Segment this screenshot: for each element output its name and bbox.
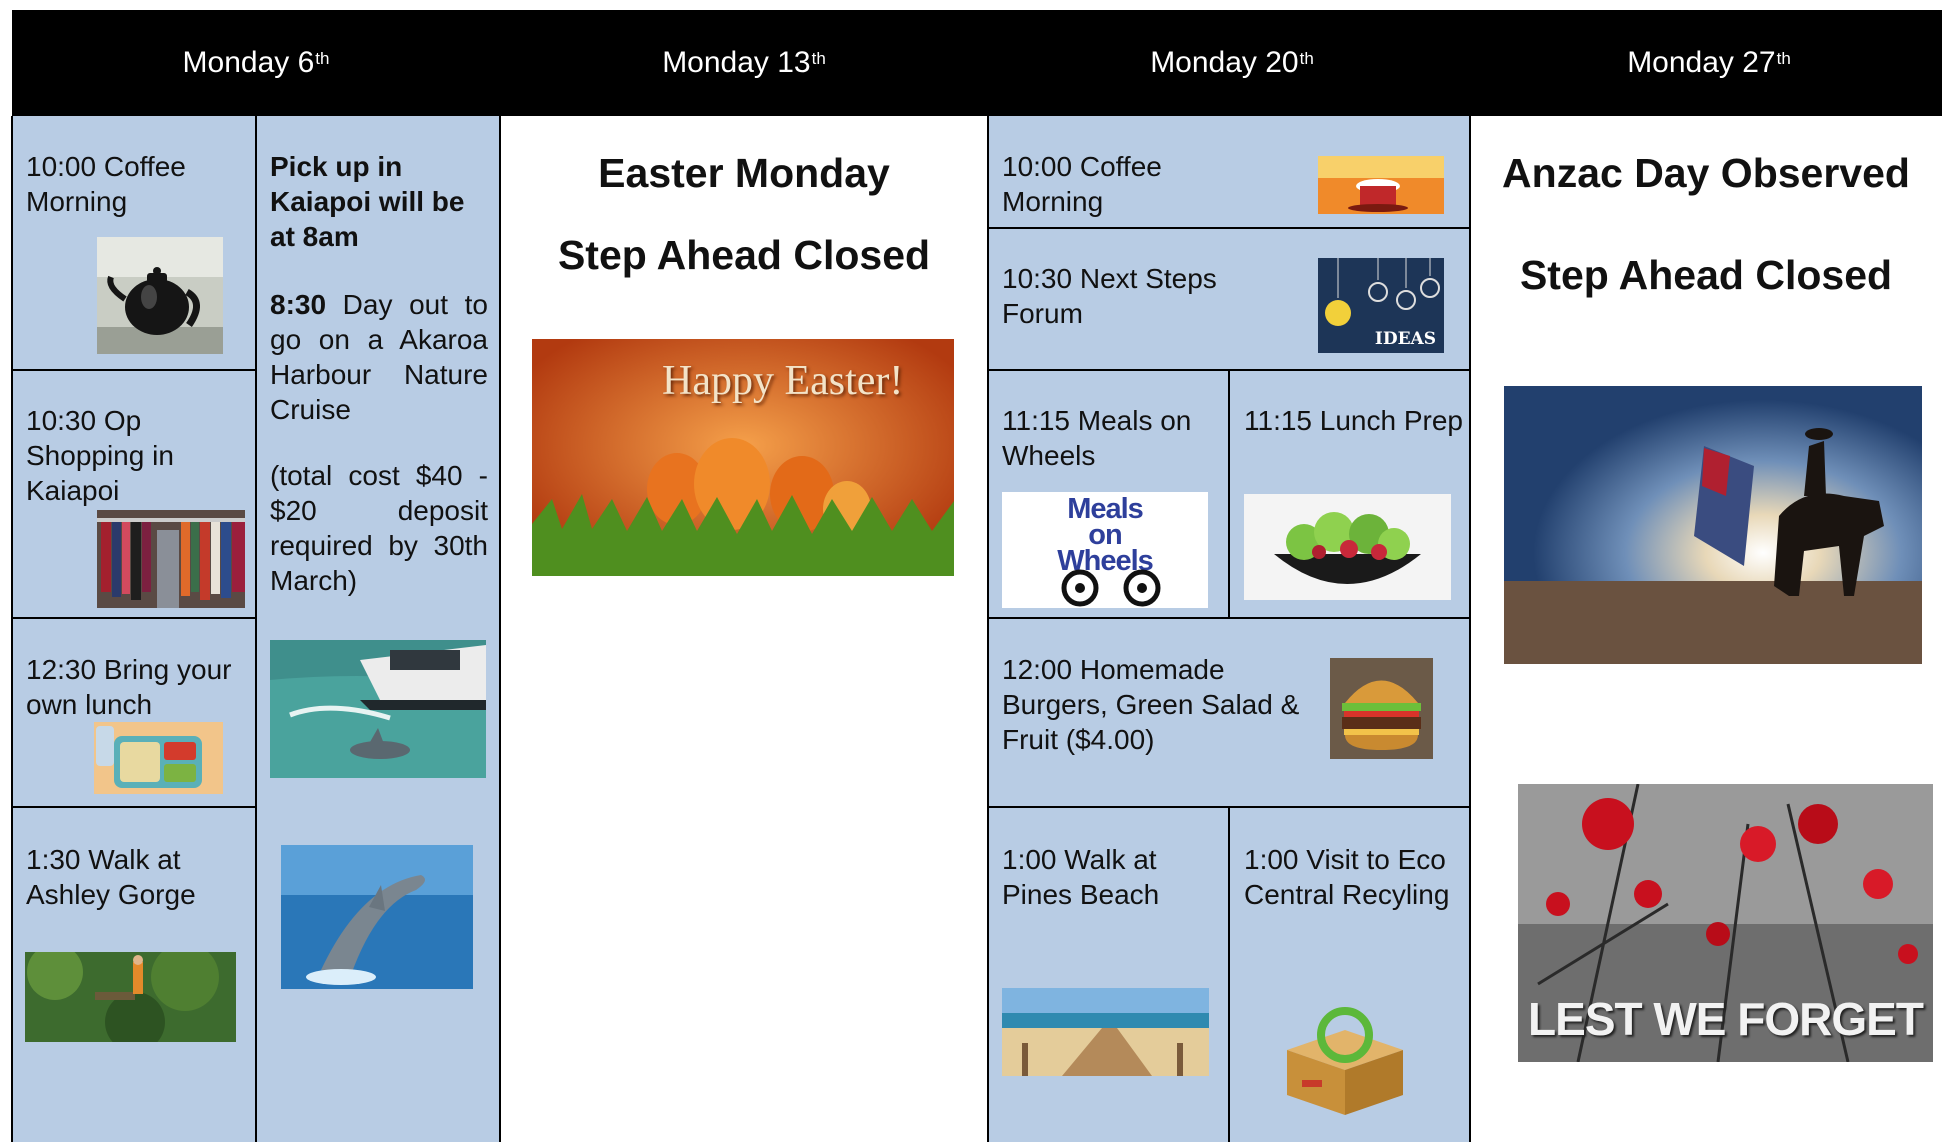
grid-line	[12, 369, 255, 371]
grid-line	[11, 116, 13, 1142]
event-next-steps-forum: 10:30 Next Steps Forum	[1002, 263, 1217, 329]
anzac-soldier-image	[1504, 386, 1922, 664]
meals-on-wheels-logo: Meals on Wheels	[1002, 492, 1208, 608]
beach-path-image	[1002, 988, 1209, 1076]
easter-monday-title: Easter Monday	[598, 150, 890, 196]
grid-line	[988, 617, 1469, 619]
grid-line	[988, 227, 1469, 229]
column-day-suffix: th	[811, 49, 826, 68]
burger-image	[1330, 658, 1433, 759]
pickup-notice: Pick up in Kaiapoi will be at 8am	[270, 151, 465, 252]
salad-bowl-image	[1244, 494, 1451, 600]
event-op-shopping: 10:30 Op Shopping in Kaiapoi	[26, 405, 174, 506]
column-header-week3: Monday 20th	[988, 10, 1476, 116]
column-day-suffix: th	[315, 49, 330, 68]
event-walk-pines-beach: 1:00 Walk at Pines Beach	[1002, 844, 1160, 910]
happy-easter-caption: Happy Easter!	[662, 358, 904, 404]
grid-line	[12, 806, 255, 808]
lunchbox-image	[94, 722, 223, 794]
grid-line	[1228, 370, 1230, 618]
event-coffee-morning: 10:00 Coffee Morning	[26, 151, 186, 217]
event-day-out: 8:30 Day out to go on a Akaroa Harbour N…	[270, 287, 488, 427]
column-day-suffix: th	[1776, 49, 1791, 68]
anzac-day-title: Anzac Day Observed	[1502, 150, 1910, 196]
event-bring-lunch: 12:30 Bring your own lunch	[26, 654, 232, 720]
day-out-cost: (total cost $40 - $20 deposit required b…	[270, 460, 488, 596]
teapot-image	[97, 237, 223, 354]
grid-line	[988, 806, 1469, 808]
ideas-bulbs-image: IDEAS	[1318, 258, 1444, 353]
clothing-rack-image	[97, 510, 245, 608]
boat-dolphin-image	[270, 640, 486, 778]
ideas-caption: IDEAS	[1374, 329, 1436, 349]
column-header-week1: Monday 6th	[12, 10, 500, 116]
day-out-time: 8:30	[270, 289, 327, 320]
event-homemade-burgers: 12:00 Homemade Burgers, Green Salad & Fr…	[1002, 654, 1300, 755]
grid-line	[255, 116, 257, 1142]
anzac-closed-notice: Step Ahead Closed	[1519, 252, 1893, 298]
event-walk-ashley-gorge: 1:30 Walk at Ashley Gorge	[26, 844, 196, 910]
lest-we-forget-image: LEST WE FORGET	[1518, 784, 1933, 1062]
column-day: Monday 27	[1627, 46, 1776, 79]
column-day: Monday 20	[1150, 46, 1299, 79]
column-day: Monday 6	[182, 46, 315, 79]
recycling-box-image	[1272, 1000, 1418, 1118]
event-meals-on-wheels: 11:15 Meals on Wheels	[1002, 405, 1192, 471]
gorge-walk-image	[25, 952, 236, 1042]
grid-line	[12, 617, 255, 619]
lest-we-forget-caption: LEST WE FORGET	[1528, 993, 1924, 1045]
column-day-suffix: th	[1299, 49, 1314, 68]
easter-closed-notice: Step Ahead Closed	[557, 232, 931, 278]
event-eco-central-visit: 1:00 Visit to Eco Central Recyling	[1244, 844, 1450, 910]
column-day: Monday 13	[662, 46, 811, 79]
grid-line	[1228, 807, 1230, 1142]
column-header-week2: Monday 13th	[500, 10, 988, 116]
column-header-week4: Monday 27th	[1476, 10, 1942, 116]
dolphin-jump-image	[281, 845, 473, 989]
calendar-header: Monday 6th Monday 13th Monday 20th Monda…	[12, 10, 1942, 116]
grid-line	[988, 369, 1469, 371]
happy-easter-image: Happy Easter!	[532, 339, 954, 576]
event-coffee-morning-20: 10:00 Coffee Morning	[1002, 151, 1162, 217]
coffee-cup-image	[1318, 156, 1444, 214]
event-lunch-prep: 11:15 Lunch Prep	[1244, 405, 1463, 436]
